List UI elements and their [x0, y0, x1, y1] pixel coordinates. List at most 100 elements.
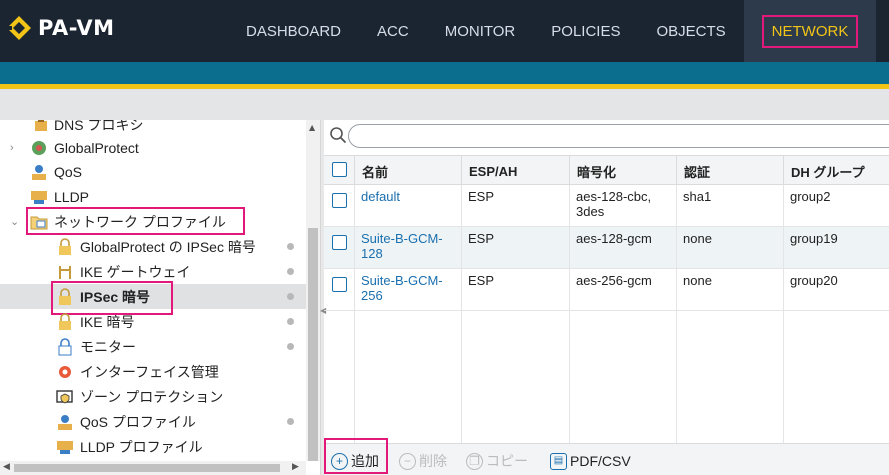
tree-item-lldp[interactable]: LLDP [0, 184, 306, 209]
tree-item-lldp-profile[interactable]: LLDP プロファイル [0, 434, 306, 459]
tree-item-zone-protection[interactable]: ゾーン プロテクション [0, 384, 306, 409]
row-name-link[interactable]: Suite-B-GCM- 256 [354, 273, 443, 303]
tree-vertical-scrollbar[interactable]: ▲ [306, 120, 320, 461]
tree-item-ike-crypto[interactable]: IKE 暗号 [0, 309, 306, 334]
row-checkbox[interactable] [332, 193, 347, 208]
row-encryption: aes-128-cbc, 3des [569, 189, 651, 219]
search-icon [330, 127, 347, 144]
tree-item-label: モニター [80, 338, 136, 355]
column-label: DH グループ [791, 164, 865, 180]
gateway-icon [59, 265, 71, 279]
column-divider [676, 311, 677, 443]
globalprotect-icon [32, 140, 46, 155]
column-divider [569, 311, 570, 443]
action-toolbar: + 追加 − 削除 ❐ コピー ▤ PDF/CSV [324, 443, 889, 475]
nav-dashboard[interactable]: DASHBOARD [228, 0, 359, 62]
document-icon: ▤ [550, 452, 567, 470]
tree-item-label: DNS プロキシ [54, 120, 144, 133]
status-dot [287, 343, 294, 350]
chevron-right-icon[interactable]: › [10, 143, 20, 154]
row-dh-group: group2 [783, 189, 830, 204]
cell-text: 256 [361, 288, 383, 303]
row-checkbox[interactable] [332, 277, 347, 292]
tree-item-label: QoS プロファイル [80, 413, 196, 430]
nav-monitor[interactable]: MONITOR [427, 0, 534, 62]
tree-item-monitor[interactable]: モニター [0, 334, 306, 359]
column-divider [783, 311, 784, 443]
tree-item-label: インターフェイス管理 [80, 363, 219, 380]
cell-text: sha1 [683, 189, 712, 204]
dns-proxy-icon [35, 120, 47, 131]
row-esp-ah: ESP [461, 231, 494, 246]
cell-text: ESP [468, 273, 495, 288]
lldp-icon [31, 190, 47, 204]
tree-item-interface-mgmt[interactable]: インターフェイス管理 [0, 359, 306, 384]
cell-text: Suite-B-GCM- [361, 273, 443, 288]
tree-item-gp-ipsec-crypto[interactable]: GlobalProtect の IPSec 暗号 [0, 234, 306, 259]
column-header-encryption[interactable]: 暗号化 [569, 156, 676, 186]
status-dot [287, 318, 294, 325]
lldp-icon [57, 440, 73, 454]
row-esp-ah: ESP [461, 189, 494, 204]
nav-label: POLICIES [551, 22, 621, 40]
search-bar [326, 122, 889, 150]
scroll-up-icon[interactable]: ▲ [309, 123, 315, 132]
column-header-dh-group[interactable]: DH グループ [783, 156, 889, 186]
row-auth: none [676, 273, 712, 288]
zone-protection-icon [56, 389, 73, 403]
lock-icon [59, 312, 71, 330]
copy-button[interactable]: ❐ コピー [466, 451, 528, 471]
cell-text: ESP [468, 231, 495, 246]
button-label: コピー [486, 453, 528, 469]
chevron-down-icon[interactable]: ⌄ [10, 217, 20, 228]
tree-item-qos[interactable]: QoS [0, 159, 306, 184]
nav-network[interactable]: NETWORK [743, 0, 877, 62]
tree-item-globalprotect[interactable]: › GlobalProtect [0, 135, 306, 160]
pdf-csv-button[interactable]: ▤ PDF/CSV [550, 451, 631, 471]
row-checkbox[interactable] [332, 235, 347, 250]
qos-icon [32, 164, 46, 180]
nav-objects[interactable]: OBJECTS [638, 0, 743, 62]
cell-text: aes-256-gcm [576, 273, 652, 288]
cell-text: 3des [576, 204, 605, 219]
app-logo[interactable]: PA-VM [6, 14, 115, 42]
qos-icon [58, 414, 72, 430]
table-row[interactable]: default ESP aes-128-cbc, 3des sha1 group2 [324, 185, 889, 227]
table-row[interactable]: Suite-B-GCM- 128 ESP aes-128-gcm none gro… [324, 227, 889, 269]
lock-icon [59, 237, 71, 255]
column-label: 暗号化 [577, 164, 617, 180]
context-bar [0, 62, 889, 84]
row-name-link[interactable]: Suite-B-GCM- 128 [354, 231, 443, 261]
scroll-right-icon[interactable]: ▶ [292, 462, 299, 472]
column-label: 認証 [684, 164, 711, 180]
nav-acc[interactable]: ACC [359, 0, 427, 62]
row-name-link[interactable]: default [354, 189, 400, 204]
scrollbar-thumb[interactable] [14, 464, 280, 472]
minus-icon: − [399, 452, 416, 470]
table-row[interactable]: Suite-B-GCM- 256 ESP aes-256-gcm none gro… [324, 269, 889, 311]
tree-horizontal-scrollbar[interactable]: ◀ ▶ [0, 461, 306, 475]
select-all-checkbox[interactable] [332, 162, 347, 177]
button-label: PDF/CSV [570, 453, 631, 469]
highlight-box [26, 207, 245, 235]
scrollbar-thumb[interactable] [308, 228, 318, 461]
nav-policies[interactable]: POLICIES [533, 0, 638, 62]
row-auth: none [676, 231, 712, 246]
status-dot [287, 243, 294, 250]
search-input[interactable] [348, 124, 889, 148]
paloalto-logo-icon [6, 16, 31, 40]
column-header-esp-ah[interactable]: ESP/AH [461, 156, 569, 186]
tree-item-label: LLDP [54, 188, 90, 205]
scroll-left-icon[interactable]: ◀ [3, 462, 10, 472]
tree-item-qos-profile[interactable]: QoS プロファイル [0, 409, 306, 434]
column-header-name[interactable]: 名前 [354, 156, 461, 186]
row-encryption: aes-128-gcm [569, 231, 652, 246]
status-dot [287, 418, 294, 425]
delete-button[interactable]: − 削除 [399, 451, 447, 471]
nav-label: MONITOR [444, 22, 516, 40]
tree-item-label: IKE ゲートウェイ [80, 263, 191, 280]
main-nav: DASHBOARD ACC MONITOR POLICIES OBJECTS N… [228, 0, 877, 62]
column-header-auth[interactable]: 認証 [676, 156, 783, 186]
tree-item-label: LLDP プロファイル [80, 438, 203, 455]
tree-item-label: QoS [54, 163, 83, 180]
